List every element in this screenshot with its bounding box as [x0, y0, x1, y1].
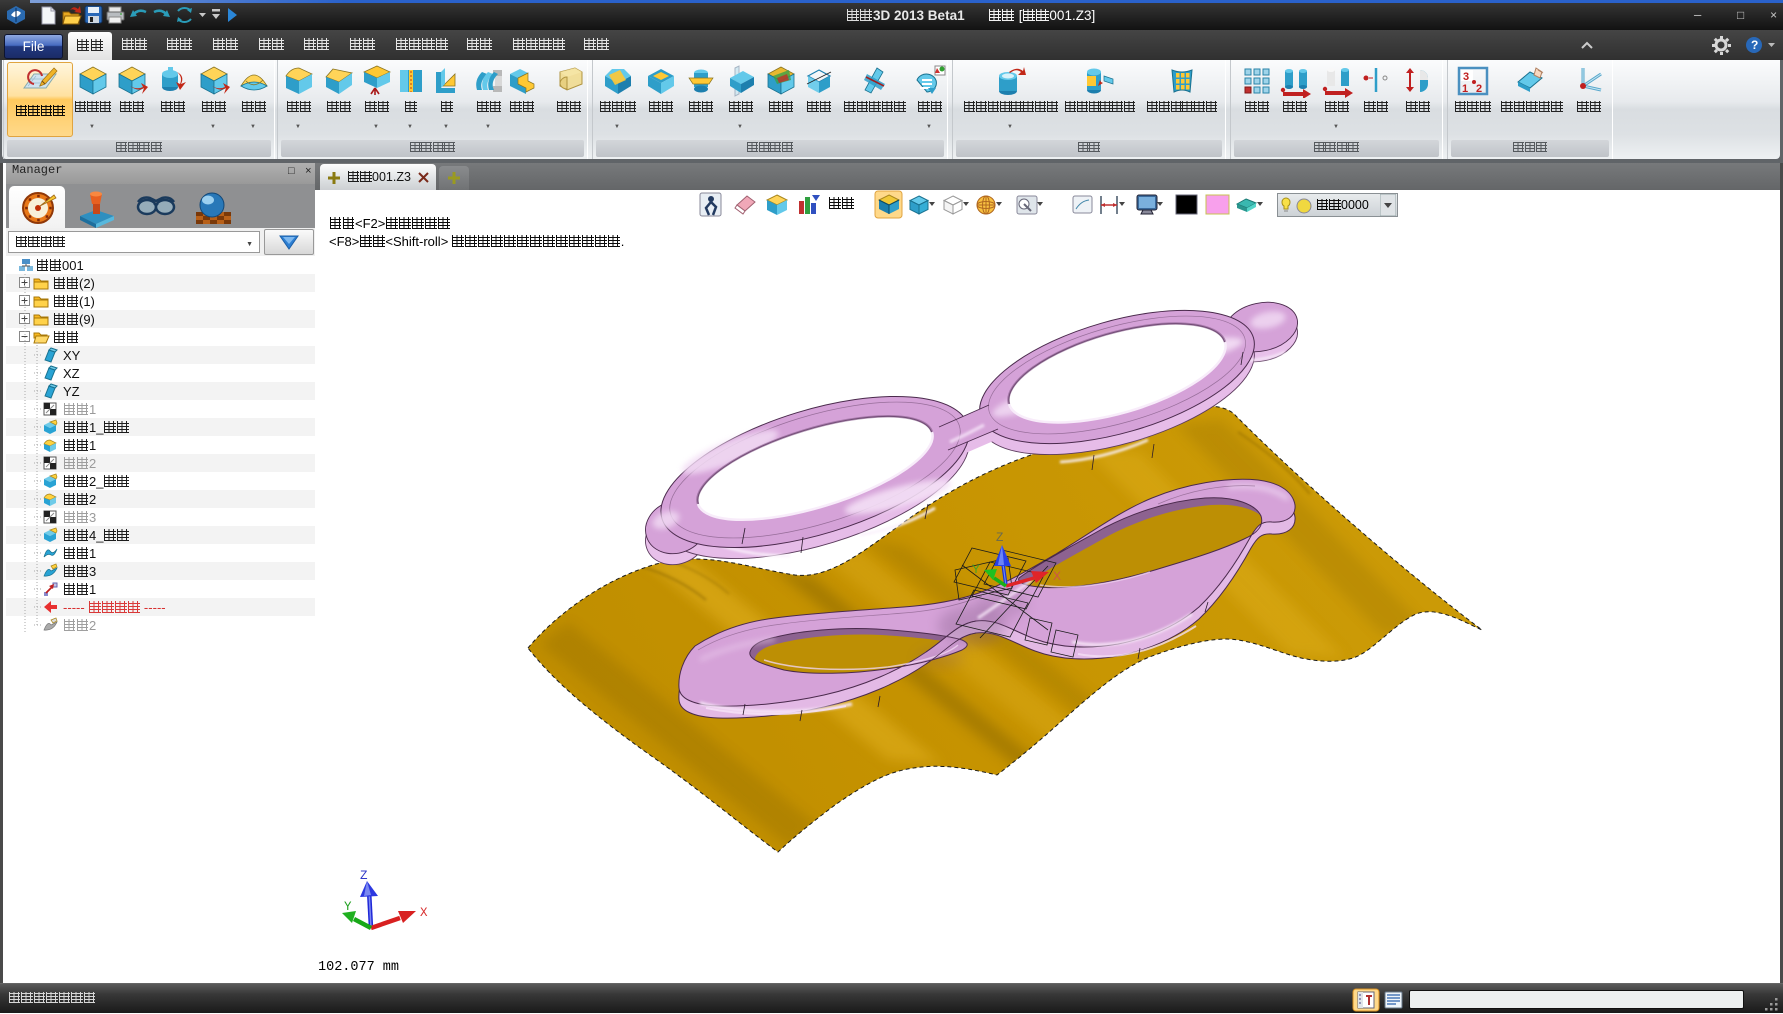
- svg-text:2: 2: [1476, 83, 1482, 95]
- svg-text:X: X: [1053, 569, 1061, 583]
- svg-text:Z: Z: [996, 530, 1003, 544]
- svg-text:Z: Z: [360, 869, 368, 883]
- svg-text:X: X: [420, 906, 428, 920]
- svg-text:Y: Y: [972, 562, 980, 576]
- svg-text:3: 3: [1463, 71, 1469, 83]
- svg-text:1: 1: [1462, 83, 1468, 95]
- svg-text:?: ?: [1751, 38, 1758, 52]
